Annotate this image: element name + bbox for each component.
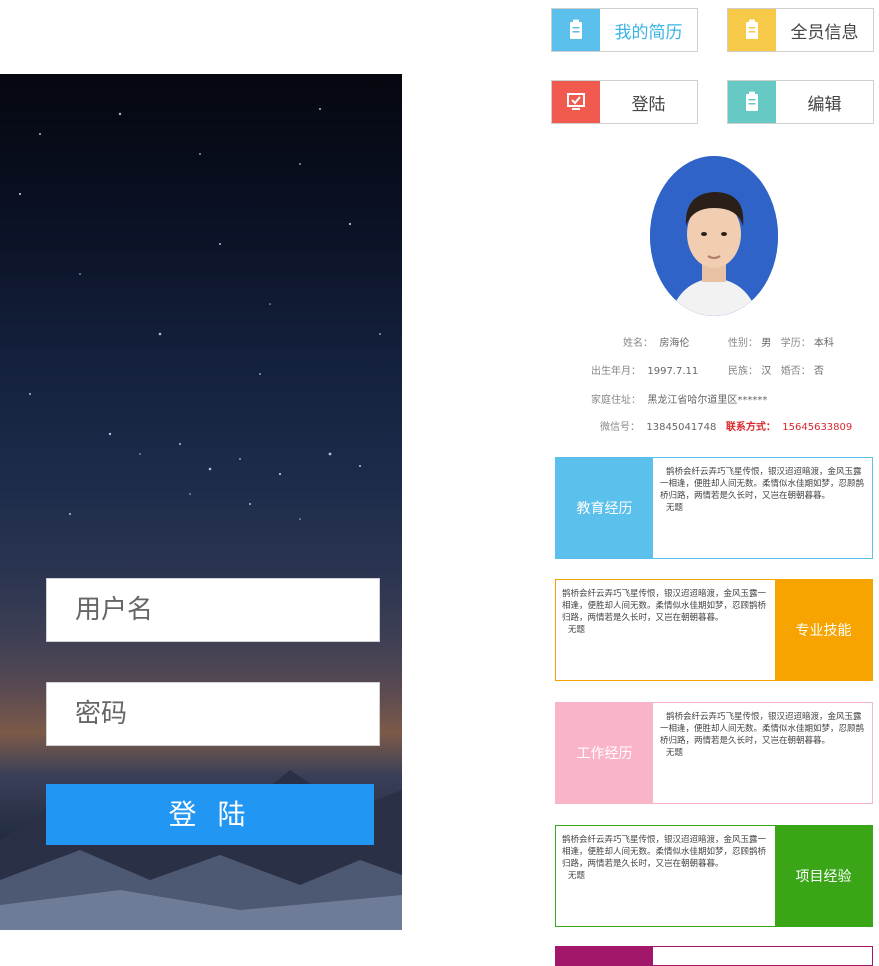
login-background: 登 陆 [0,74,402,930]
nav-my-resume-button[interactable]: 我的简历 [551,8,698,52]
profile-contact: 微信号： 13845041748 联系方式： 15645633809 [600,422,853,433]
profile-birth: 出生年月： 1997.7.11 [591,366,699,377]
nav-login-label: 登陆 [631,94,666,115]
password-field[interactable] [46,682,380,746]
extra-section-title [556,947,653,965]
work-section: 工作经历 鹊桥会纤云弄巧飞星传恨，银汉迢迢暗渡，金风玉露一相逢，便胜却人间无数。… [555,702,873,804]
document-icon [728,81,776,123]
username-field[interactable] [46,578,380,642]
work-title: 工作经历 [556,703,653,803]
profile-name: 姓名： 房海伦 [623,338,690,349]
nav-all-info-label: 全员信息 [790,22,859,43]
project-title: 项目经验 [775,826,872,926]
nav-edit-label: 编辑 [807,94,842,115]
skills-title: 专业技能 [775,580,872,680]
work-text: 鹊桥会纤云弄巧飞星传恨，银汉迢迢暗渡，金风玉露一相逢，便胜却人间无数。柔情似水佳… [660,712,865,758]
skills-text: 鹊桥会纤云弄巧飞星传恨，银汉迢迢暗渡，金风玉露一相逢，便胜却人间无数。柔情似水佳… [562,589,767,635]
profile-ethnic-married: 民族： 汉 婚否： 否 [728,366,824,377]
username-input[interactable] [73,594,379,626]
presentation-icon [552,81,600,123]
nav-login-button[interactable]: 登陆 [551,80,698,124]
extra-section [555,946,873,966]
education-title: 教育经历 [556,458,653,558]
document-icon [552,9,600,51]
project-section: 鹊桥会纤云弄巧飞星传恨，银汉迢迢暗渡，金风玉露一相逢，便胜却人间无数。柔情似水佳… [555,825,873,927]
login-submit-button[interactable]: 登 陆 [46,784,374,845]
avatar [650,156,778,316]
nav-my-resume-label: 我的简历 [614,22,683,43]
profile-address: 家庭住址： 黑龙江省哈尔道里区****** [591,395,768,406]
education-section: 教育经历 鹊桥会纤云弄巧飞星传恨，银汉迢迢暗渡，金风玉露一相逢，便胜却人间无数。… [555,457,873,559]
nav-all-info-button[interactable]: 全员信息 [727,8,874,52]
password-input[interactable] [73,698,379,730]
education-text: 鹊桥会纤云弄巧飞星传恨，银汉迢迢暗渡，金风玉露一相逢，便胜却人间无数。柔情似水佳… [660,467,865,513]
document-icon [728,9,776,51]
skills-section: 鹊桥会纤云弄巧飞星传恨，银汉迢迢暗渡，金风玉露一相逢，便胜却人间无数。柔情似水佳… [555,579,873,681]
project-text: 鹊桥会纤云弄巧飞星传恨，银汉迢迢暗渡，金风玉露一相逢，便胜却人间无数。柔情似水佳… [562,835,767,881]
profile-gender-edu: 性别： 男 学历： 本科 [728,338,834,349]
nav-edit-button[interactable]: 编辑 [727,80,874,124]
